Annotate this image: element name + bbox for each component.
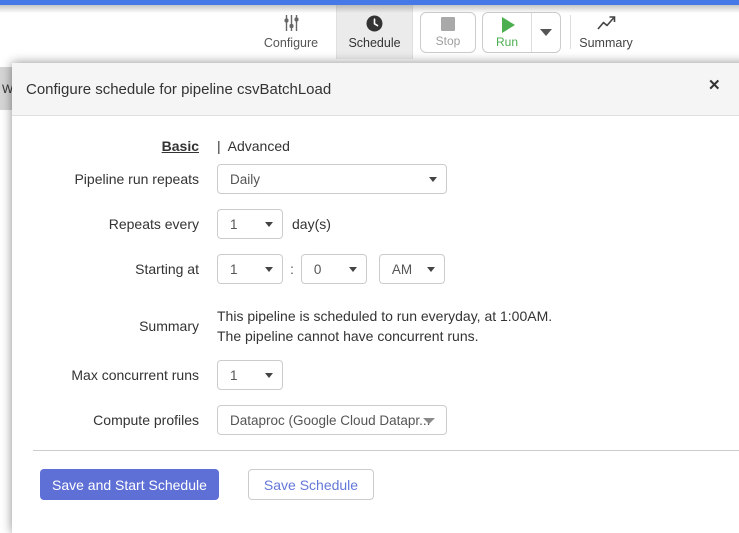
starting-at-label: Starting at [12, 261, 199, 277]
stop-button-label: Stop [436, 34, 461, 48]
start-minute-value: 0 [314, 262, 322, 277]
chevron-down-icon [265, 373, 273, 378]
toolbar-divider [570, 15, 571, 49]
compute-profile-value: Dataproc (Google Cloud Datapr... [230, 413, 430, 428]
repeat-frequency-select[interactable]: Daily [217, 164, 447, 194]
clock-icon [366, 15, 383, 32]
toolbar-item-label: Summary [579, 36, 632, 50]
compute-profile-select[interactable]: Dataproc (Google Cloud Datapr... [217, 405, 447, 435]
row-pipeline-run-repeats: Pipeline run repeats Daily [12, 164, 739, 194]
tab-advanced[interactable]: Advanced [228, 138, 290, 154]
run-button-label: Run [496, 35, 518, 49]
toolbar-item-label: Configure [264, 36, 318, 50]
modal-body: Basic | Advanced Pipeline run repeats Da… [12, 116, 739, 500]
pipeline-toolbar: Configure Schedule Stop Run [0, 5, 739, 59]
repeat-interval-unit: day(s) [292, 216, 331, 232]
row-starting-at: Starting at 1 : 0 AM [12, 254, 739, 284]
modal-footer: Save and Start Schedule Save Schedule [12, 469, 739, 500]
start-meridiem-value: AM [392, 262, 412, 277]
modal-title: Configure schedule for pipeline csvBatch… [26, 81, 331, 98]
toolbar-item-summary[interactable]: Summary [575, 5, 637, 59]
toolbar-item-schedule[interactable]: Schedule [336, 5, 413, 59]
row-compute-profiles: Compute profiles Dataproc (Google Cloud … [12, 405, 739, 435]
max-concurrent-runs-select[interactable]: 1 [217, 360, 283, 390]
repeat-interval-select[interactable]: 1 [217, 209, 283, 239]
chevron-down-icon [427, 267, 435, 272]
tab-separator: | [217, 138, 221, 154]
summary-line-2: The pipeline cannot have concurrent runs… [217, 326, 552, 346]
start-hour-value: 1 [230, 262, 238, 277]
app-top-accent-bar [0, 0, 739, 5]
sliders-icon [282, 14, 300, 32]
chevron-down-icon [540, 29, 552, 36]
start-meridiem-select[interactable]: AM [379, 254, 445, 284]
chevron-down-icon [423, 418, 435, 424]
repeat-frequency-value: Daily [230, 172, 260, 187]
play-icon [502, 17, 515, 33]
start-minute-select[interactable]: 0 [301, 254, 367, 284]
chevron-down-icon [265, 267, 273, 272]
save-and-start-schedule-button[interactable]: Save and Start Schedule [40, 469, 219, 500]
close-icon[interactable]: ✕ [708, 78, 721, 93]
chevron-down-icon [349, 267, 357, 272]
toolbar-item-label: Schedule [348, 36, 400, 50]
chevron-down-icon [265, 222, 273, 227]
max-concurrent-runs-label: Max concurrent runs [12, 367, 199, 383]
run-button-group: Run [482, 12, 561, 53]
toolbar-item-configure[interactable]: Configure [246, 5, 336, 59]
pipeline-run-repeats-label: Pipeline run repeats [12, 171, 199, 187]
footer-divider [33, 450, 739, 451]
row-summary: Summary This pipeline is scheduled to ru… [12, 306, 739, 346]
chevron-down-icon [429, 177, 437, 182]
compute-profiles-label: Compute profiles [12, 412, 199, 428]
summary-label: Summary [12, 318, 199, 334]
schedule-modal: Configure schedule for pipeline csvBatch… [12, 63, 739, 533]
row-repeats-every: Repeats every 1 day(s) [12, 209, 739, 239]
start-hour-select[interactable]: 1 [217, 254, 283, 284]
stop-icon [441, 17, 455, 31]
run-button[interactable]: Run [483, 13, 532, 52]
summary-line-1: This pipeline is scheduled to run everyd… [217, 306, 552, 326]
repeat-interval-value: 1 [230, 217, 238, 232]
row-max-concurrent-runs: Max concurrent runs 1 [12, 360, 739, 390]
tab-basic[interactable]: Basic [162, 138, 199, 154]
stop-button[interactable]: Stop [420, 12, 476, 53]
trend-chart-icon [596, 15, 617, 32]
schedule-mode-tabs: Basic | Advanced [12, 138, 739, 154]
modal-header: Configure schedule for pipeline csvBatch… [12, 63, 739, 116]
save-schedule-button[interactable]: Save Schedule [248, 469, 374, 500]
max-concurrent-runs-value: 1 [230, 368, 238, 383]
time-colon: : [290, 261, 294, 277]
run-options-dropdown-toggle[interactable] [532, 13, 560, 52]
repeats-every-label: Repeats every [12, 216, 199, 232]
